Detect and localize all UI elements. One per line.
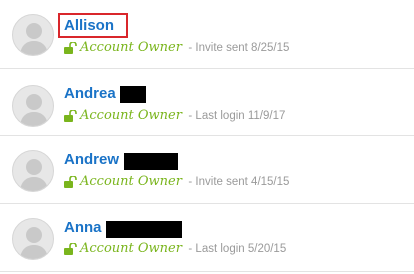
role-label: Account Owner (80, 174, 182, 189)
role-label: Account Owner (80, 40, 182, 55)
user-row: Allison Account Owner - Invite sent 8/25… (0, 0, 414, 66)
user-avatar-icon (12, 85, 54, 127)
user-avatar-icon (12, 14, 54, 56)
row-divider (0, 271, 414, 272)
unlocked-padlock-icon (64, 242, 77, 259)
user-row: Andrew Account Owner - Invite sent 4/15/… (0, 136, 414, 202)
user-role-line: Account Owner - Invite sent 4/15/15 (64, 174, 289, 190)
user-role-line: Account Owner - Last login 11/9/17 (64, 108, 285, 124)
user-status: - Invite sent 8/25/15 (188, 42, 290, 54)
role-label: Account Owner (80, 108, 182, 123)
user-status: - Invite sent 4/15/15 (188, 176, 290, 188)
user-name-link[interactable]: Andrea (64, 85, 116, 103)
user-role-line: Account Owner - Last login 5/20/15 (64, 241, 286, 257)
user-name-link[interactable]: Anna (64, 219, 102, 237)
user-role-line: Account Owner - Invite sent 8/25/15 (64, 40, 289, 56)
user-status: - Last login 11/9/17 (188, 110, 286, 122)
redacted-surname (106, 221, 182, 238)
redacted-surname (124, 153, 178, 170)
user-row: Anna Account Owner - Last login 5/20/15 (0, 204, 414, 270)
unlocked-padlock-icon (64, 175, 77, 192)
role-label: Account Owner (80, 241, 182, 256)
redacted-surname (120, 86, 146, 103)
user-row: Andrea Account Owner - Last login 11/9/1… (0, 69, 414, 135)
user-avatar-icon (12, 218, 54, 260)
user-status: - Last login 5/20/15 (188, 243, 287, 255)
unlocked-padlock-icon (64, 109, 77, 126)
user-name-link[interactable]: Allison (64, 17, 114, 35)
user-avatar-icon (12, 150, 54, 192)
unlocked-padlock-icon (64, 41, 77, 58)
user-name-link[interactable]: Andrew (64, 151, 119, 169)
